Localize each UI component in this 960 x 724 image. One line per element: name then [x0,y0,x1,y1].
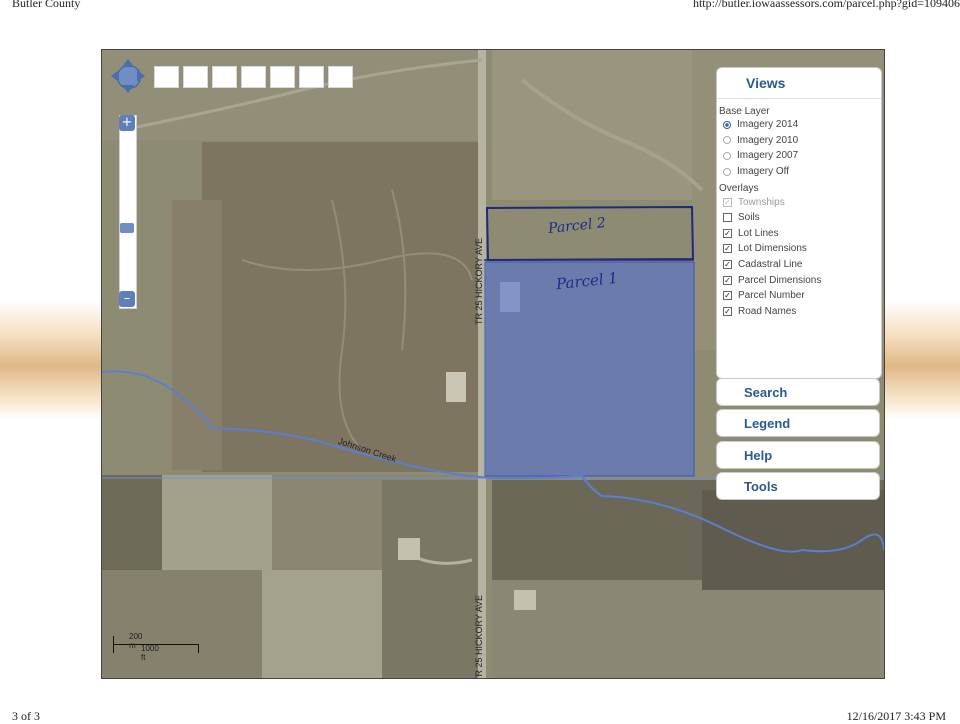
scale-imperial: 1000 ft [141,644,159,662]
overlay-label: Road Names [738,305,797,317]
base-layer-heading: Base Layer [719,106,770,117]
checkbox[interactable]: ✓ [723,197,732,207]
map-viewport[interactable]: TR 25 HICKORY AVE TR 25 HICKORY AVE John… [101,49,885,679]
overlay-label: Soils [738,212,760,224]
tools-panel-button[interactable]: Tools [716,472,880,500]
base-layer-option[interactable]: Imagery 2014 [717,117,881,133]
print-footer-page: 3 of 3 [12,709,40,723]
radio-button[interactable] [723,136,731,145]
toolbar-button[interactable] [328,66,353,88]
views-panel: Views Base Layer Imagery 2014 Imagery 201… [716,67,882,379]
base-layer-option[interactable]: Imagery 2010 [717,133,881,149]
checkbox[interactable] [723,213,732,223]
checkbox[interactable]: ✓ [723,244,732,254]
overlay-list: ✓ Townships Soils ✓ Lot Lines ✓ Lot Dimensions… [717,194,881,319]
overlay-option[interactable]: ✓ Lot Lines [717,226,881,242]
pan-down-icon[interactable] [122,85,134,93]
legend-panel-button[interactable]: Legend [716,409,880,437]
toolbar-button[interactable] [299,66,324,88]
base-layer-label: Imagery 2014 [737,119,799,131]
zoom-slider[interactable] [119,115,137,309]
search-panel-button[interactable]: Search [716,378,880,406]
parcel-1-highlight [484,261,695,477]
toolbar-button[interactable] [212,66,237,88]
print-header-url: http://butler.iowaassessors.com/parcel.p… [692,0,960,10]
overlay-label: Parcel Dimensions [738,274,822,286]
overlays-heading: Overlays [719,183,759,195]
base-layer-label: Imagery 2007 [737,150,799,162]
checkbox[interactable]: ✓ [723,306,732,316]
views-header[interactable]: Views [717,68,881,99]
toolbar-button[interactable] [270,66,295,88]
print-footer-datetime: 12/16/2017 3:43 PM [846,709,946,723]
map-toolbar [154,66,353,88]
base-layer-list: Imagery 2014 Imagery 2010 Imagery 2007 Imag… [717,117,881,179]
radio-button[interactable] [723,151,731,160]
road-label-upper: TR 25 HICKORY AVE [474,237,484,325]
radio-button[interactable] [723,167,731,176]
zoom-out-button[interactable]: – [119,291,135,307]
zoom-in-button[interactable]: + [119,115,135,131]
print-header-title: Butler County [12,0,81,10]
overlay-option[interactable]: ✓ Townships [717,194,881,210]
overlay-option[interactable]: ✓ Lot Dimensions [717,241,881,257]
checkbox[interactable]: ✓ [723,275,732,285]
overlay-label: Cadastral Line [738,259,803,271]
checkbox[interactable]: ✓ [723,260,732,270]
base-layer-label: Imagery 2010 [737,134,799,146]
overlay-label: Lot Dimensions [738,243,807,255]
road-label-lower: TR 25 HICKORY AVE [474,594,484,679]
overlay-option[interactable]: Soils [717,210,881,226]
zoom-slider-handle[interactable] [120,223,134,233]
toolbar-button[interactable] [241,66,266,88]
pan-right-icon[interactable] [137,70,145,82]
checkbox[interactable]: ✓ [723,228,732,238]
overlay-label: Lot Lines [738,227,779,239]
base-layer-label: Imagery Off [737,166,790,178]
overlay-option[interactable]: ✓ Parcel Dimensions [717,272,881,288]
toolbar-button[interactable] [183,66,208,88]
base-layer-option[interactable]: Imagery Off [717,164,881,180]
toolbar-button[interactable] [154,66,179,88]
overlay-label: Townships [738,196,785,208]
overlay-option[interactable]: ✓ Parcel Number [717,288,881,304]
overlay-option[interactable]: ✓ Road Names [717,304,881,320]
checkbox[interactable]: ✓ [723,291,732,301]
pan-left-icon[interactable] [111,70,119,82]
base-layer-option[interactable]: Imagery 2007 [717,148,881,164]
overlay-label: Parcel Number [738,290,805,302]
overlay-option[interactable]: ✓ Cadastral Line [717,257,881,273]
radio-button[interactable] [723,120,731,129]
pan-up-icon[interactable] [122,59,134,67]
pan-control[interactable] [111,59,145,93]
help-panel-button[interactable]: Help [716,441,880,469]
